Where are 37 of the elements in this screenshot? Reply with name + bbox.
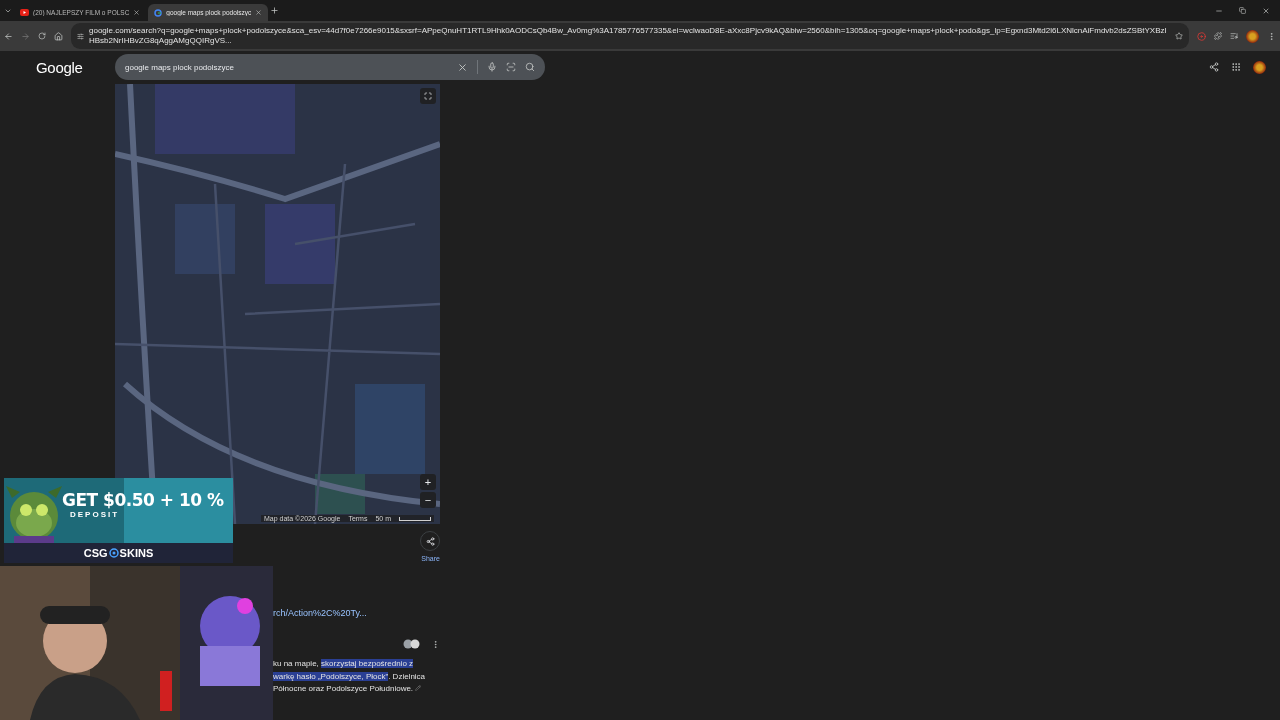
brand-name: SKINS <box>119 547 154 559</box>
menu-icon[interactable] <box>1267 31 1276 41</box>
reload-icon[interactable] <box>38 32 46 40</box>
clear-icon[interactable] <box>457 61 468 73</box>
google-g-icon <box>154 8 163 17</box>
video-play-icon <box>20 9 29 16</box>
restore-icon[interactable] <box>1239 6 1246 15</box>
close-icon[interactable] <box>133 9 141 16</box>
home-icon[interactable] <box>54 31 63 41</box>
share-button[interactable] <box>420 531 440 551</box>
target-icon <box>108 548 119 558</box>
back-icon[interactable] <box>4 31 13 41</box>
profile-avatar[interactable] <box>1246 29 1259 43</box>
camera-search-icon[interactable] <box>506 62 516 72</box>
edit-icon[interactable] <box>415 685 422 691</box>
search-icon[interactable] <box>525 62 535 72</box>
close-icon[interactable] <box>1262 6 1270 15</box>
search-field[interactable]: google maps plock podolszyce <box>115 54 545 80</box>
result-link[interactable]: rch/Action%2C%20Ty... <box>273 608 1280 618</box>
puzzle-icon[interactable] <box>1214 32 1222 40</box>
ad-subline: DEPOSIT <box>70 510 120 519</box>
new-tab-icon[interactable] <box>270 6 280 15</box>
address-bar[interactable]: google.com/search?q=google+maps+plock+podolszyce&sca_esv=44d7f0e7266e9015&sxsrf=APpeQnuHT1RTL9Hhk0AODCsQb4Bw_Av0mg%3A1785776577335&ei=wclwaoD8E-aXxc8Pjcv9kAQ&biw=2560&bih=1305&oq=google+maps+plock+podo&gs_lp=Egxnd3Mtd2l6LXNlcnAiFmdvb2dsZSBtYXBzIHBsb2NrIHBvZG8qAggAMgQQIRgVS... <box>71 23 1189 49</box>
brand-name: CSG <box>83 547 108 559</box>
source-favicon-icon[interactable] <box>403 639 421 649</box>
close-icon[interactable] <box>255 9 263 16</box>
share-icon[interactable] <box>1209 62 1219 72</box>
more-options-icon[interactable] <box>431 639 440 649</box>
star-icon[interactable] <box>1175 32 1183 40</box>
site-settings-icon[interactable] <box>77 32 84 40</box>
apps-grid-icon[interactable] <box>1231 62 1241 72</box>
microphone-icon[interactable] <box>487 62 497 72</box>
media-icon[interactable] <box>1230 32 1238 40</box>
profile-avatar[interactable] <box>1253 60 1266 74</box>
result-snippet: ku na mapie, skorzystaj bezpośrednio z warkę hasło „Podolszyce, Płock”. Dzielnica Północne oraz Podolszyce Południowe. <box>273 658 427 695</box>
share-icon[interactable] <box>425 536 435 546</box>
google-logo[interactable]: Google <box>36 58 115 76</box>
